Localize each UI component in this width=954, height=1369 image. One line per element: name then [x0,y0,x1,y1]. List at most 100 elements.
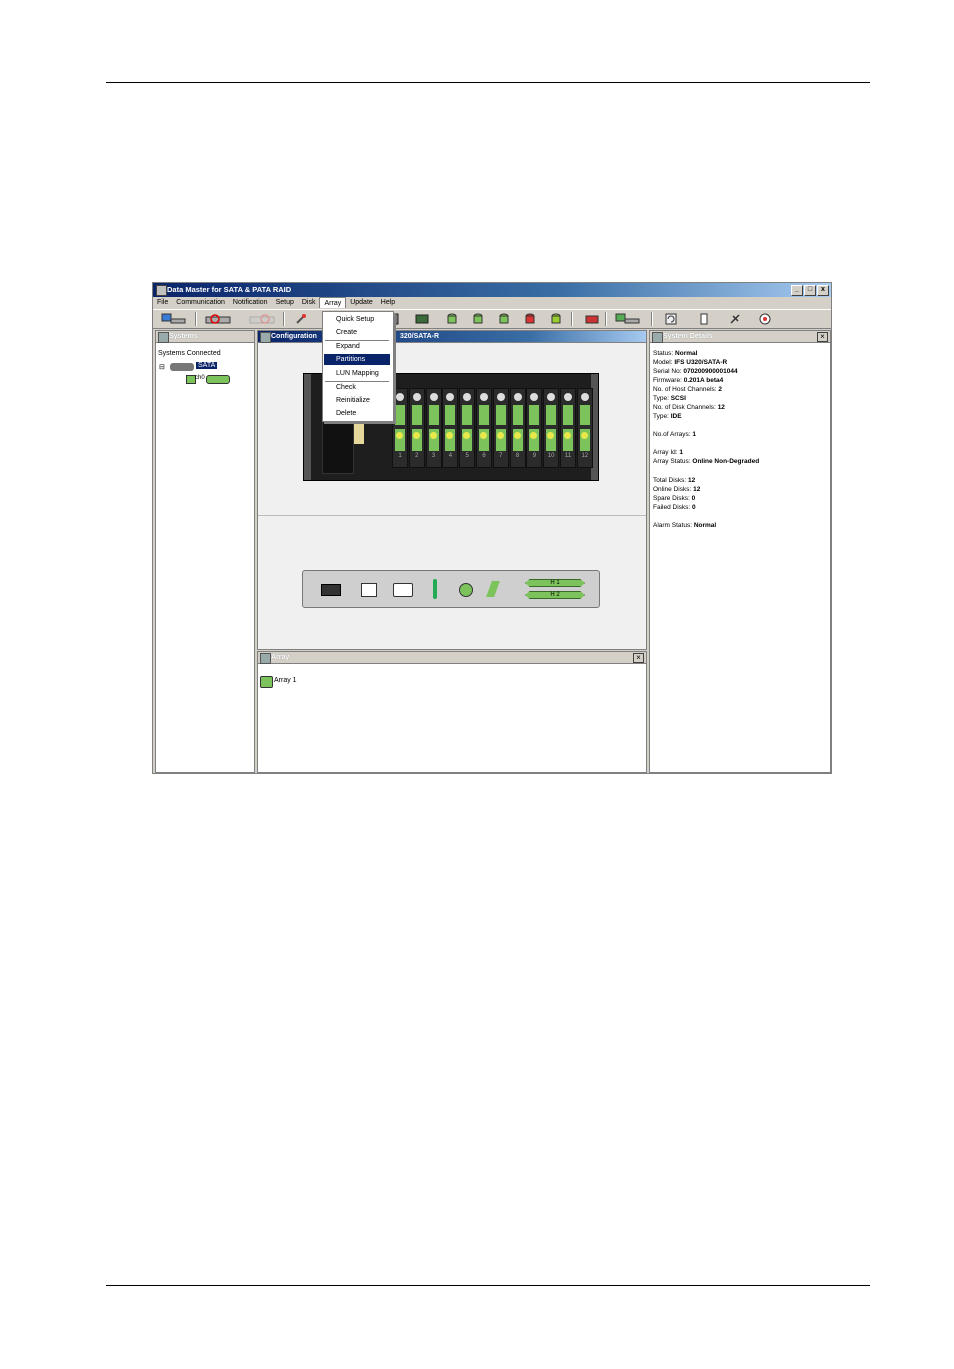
menu-setup[interactable]: Setup [272,297,298,308]
menu-item-reinitialize[interactable]: Reinitialize [324,395,390,406]
network-icon[interactable] [615,313,641,325]
configuration-title-suffix: 320/SATA-R [400,333,440,340]
menu-notification[interactable]: Notification [229,297,272,308]
minimize-button[interactable]: _ [791,285,803,296]
disconnect-system-icon[interactable] [205,313,233,325]
detail-line: Firmware: 0.201A beta4 [653,377,723,384]
bay-led [564,393,572,401]
detail-line: Total Disks: 12 [653,477,695,484]
connect-system-icon[interactable] [161,313,187,325]
disk-bay[interactable]: 2 [408,388,425,468]
detail-line: No.of Arrays: 1 [653,431,696,438]
menu-help[interactable]: Help [377,297,399,308]
disk-red-icon[interactable] [525,313,535,325]
close-button[interactable]: x [817,285,829,296]
details-panel-close-button[interactable]: × [817,332,828,342]
bay-number: 5 [465,453,469,459]
array-red-icon[interactable] [585,313,599,325]
host-channel-1: H 1 [525,579,585,587]
bay-number: 12 [581,453,589,459]
tools-icon[interactable] [729,313,741,325]
bay-number: 10 [547,453,555,459]
bay-number: 11 [564,453,572,459]
disk-bay[interactable]: 9 [526,388,543,468]
channel-node-badge [206,375,230,384]
bay-activity-led [513,432,521,439]
detail-label: Total Disks: [653,477,687,484]
detail-line: Failed Disks: 0 [653,504,696,511]
menu-bar: File Communication Notification Setup Di… [153,297,831,308]
disk-green-icon-2[interactable] [473,313,483,325]
app-icon [156,285,167,296]
power-supply-icon [393,583,413,597]
detail-value: 1 [692,431,697,438]
disk-bay[interactable]: 10 [543,388,560,468]
channel-node-label[interactable]: ch0 [195,375,205,381]
array-item-label[interactable]: Array 1 [274,677,297,684]
bay-status-green [495,405,506,425]
disk-bay[interactable]: 1 [392,388,408,468]
array-icon [260,676,273,688]
detail-label: Online Disks: [653,486,692,493]
bay-activity-led [429,432,437,439]
disk-bay[interactable]: 3 [425,388,442,468]
disk-bay[interactable]: 11 [560,388,576,468]
menu-file[interactable]: File [153,297,172,308]
bay-status-green [428,405,439,425]
bay-status-green [411,405,422,425]
maximize-button[interactable]: □ [804,285,816,296]
detail-label: No.of Arrays: [653,431,691,438]
system-node-sata[interactable]: SATA [196,362,218,369]
detail-label: Status: [653,350,674,357]
detail-label: Alarm Status: [653,522,693,529]
battery-icon[interactable] [699,313,709,325]
bay-status-green [579,405,590,425]
remove-system-icon[interactable] [249,313,277,325]
menu-item-expand[interactable]: Expand [324,341,390,352]
menu-disk[interactable]: Disk [298,297,320,308]
bay-number: 7 [499,453,503,459]
rack-ear-left [304,374,311,480]
menu-item-check[interactable]: Check [324,382,390,393]
bay-led [396,393,404,401]
title-bar[interactable]: Data Master for SATA & PATA RAID _ □ x [153,283,831,297]
bay-led [446,393,455,401]
menu-item-create[interactable]: Create [324,327,390,338]
disk-bay[interactable]: 6 [476,388,492,468]
bay-activity-led [564,432,571,439]
disk-bay[interactable]: 12 [576,388,593,468]
detail-line: Spare Disks: 0 [653,495,695,502]
bay-number: 4 [448,453,453,459]
disk-bay[interactable]: 5 [459,388,476,468]
menu-communication[interactable]: Communication [172,297,229,308]
disk-bay[interactable]: 8 [509,388,526,468]
array-panel-close-button[interactable]: × [633,653,644,663]
systems-connected-label: Systems Connected [158,350,221,357]
refresh-icon[interactable] [665,313,677,325]
menu-item-delete[interactable]: Delete [324,408,390,419]
detail-line: Serial No: 070200900001044 [653,368,738,375]
disk-yellow-icon[interactable] [551,313,561,325]
help-icon[interactable] [759,313,771,325]
panel-icon [260,653,271,664]
settings-tool-icon[interactable] [295,313,307,325]
disk-bay[interactable]: 4 [442,388,459,468]
array-panel-header: Array × [258,652,646,664]
tree-expander[interactable]: ⊟ [159,363,165,371]
bay-activity-led [396,432,403,439]
disk-bay[interactable]: 7 [492,388,509,468]
bay-activity-led [412,432,420,439]
menu-array[interactable]: Array [319,297,347,308]
bay-status-green [445,405,456,425]
disk-green-icon-3[interactable] [499,313,509,325]
bay-number: 1 [398,453,402,459]
menu-update[interactable]: Update [346,297,377,308]
menu-item-partitions[interactable]: Partitions [324,354,390,365]
detail-value: 12 [688,477,696,484]
menu-item-quick-setup[interactable]: Quick Setup [324,314,390,325]
enclosure-icon[interactable] [415,313,429,325]
disk-green-icon-1[interactable] [447,313,457,325]
detail-line: Type: IDE [653,413,682,420]
detail-label: Serial No: [653,368,682,375]
menu-item-lun-mapping[interactable]: LUN Mapping [324,368,390,379]
